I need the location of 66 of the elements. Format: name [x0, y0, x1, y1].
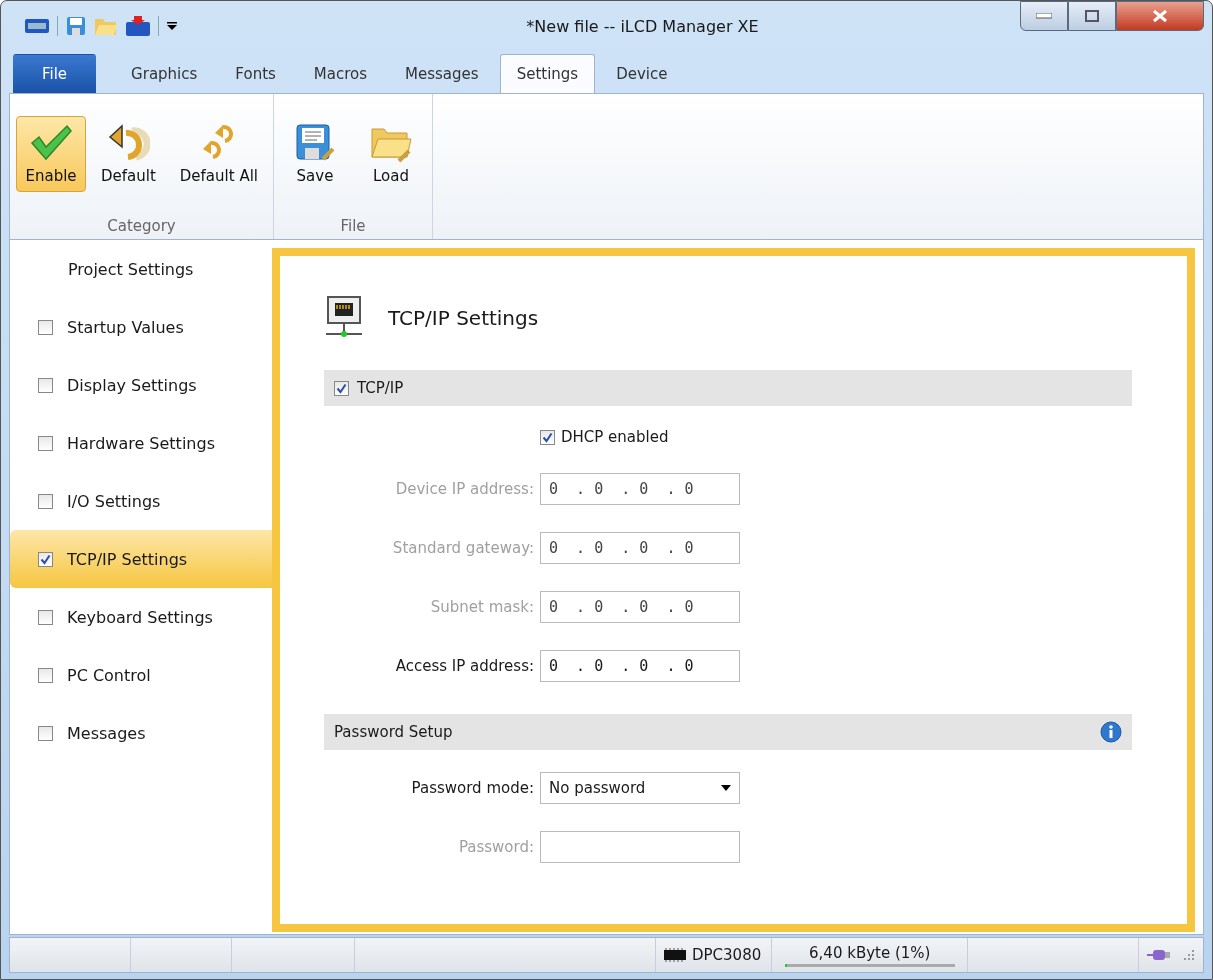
- close-icon: [1152, 9, 1168, 23]
- field-label: Standard gateway:: [391, 539, 534, 557]
- checkbox[interactable]: [38, 319, 53, 335]
- ribbon-tab[interactable]: Messages: [388, 54, 496, 93]
- file-menu-tab[interactable]: File: [13, 54, 97, 93]
- info-icon[interactable]: [1100, 721, 1122, 743]
- window-title: *New file -- iLCD Manager XE: [525, 16, 760, 36]
- chip-icon: [664, 948, 686, 962]
- resize-grip-icon[interactable]: [1183, 949, 1195, 961]
- field-label: Password mode:: [410, 779, 534, 797]
- password-field[interactable]: [540, 831, 740, 863]
- field-label: Subnet mask:: [429, 598, 534, 616]
- ribbon-button[interactable]: Default All: [170, 116, 267, 192]
- group-label: File: [339, 217, 367, 237]
- ribbon-button[interactable]: Load: [356, 116, 426, 192]
- ribbon-button[interactable]: Enable: [16, 116, 86, 192]
- caret-icon: [721, 785, 731, 791]
- sidebar-item[interactable]: Display Settings: [10, 356, 272, 414]
- checkbox[interactable]: [540, 429, 555, 445]
- minimize-button[interactable]: [1020, 1, 1068, 31]
- password-mode-dropdown[interactable]: No password: [540, 772, 740, 804]
- section-label: Password Setup: [334, 723, 453, 741]
- checkbox[interactable]: [334, 380, 349, 396]
- ribbon-tab[interactable]: Graphics: [114, 54, 215, 93]
- page-title: TCP/IP Settings: [388, 306, 539, 330]
- ribbon-tab[interactable]: Settings: [499, 54, 596, 93]
- undo-arrow-icon: [106, 123, 151, 163]
- checkbox[interactable]: [38, 609, 53, 625]
- field-label: Access IP address:: [394, 657, 534, 675]
- checkbox-label: DHCP enabled: [561, 428, 669, 446]
- memory-usage: 6,40 kByte (1%): [809, 943, 931, 962]
- checkbox[interactable]: [38, 435, 53, 451]
- usb-plug-icon: [1147, 949, 1171, 961]
- ribbon-tab[interactable]: Fonts: [218, 54, 293, 93]
- ribbon-button[interactable]: Default: [92, 116, 165, 192]
- checkbox[interactable]: [38, 493, 53, 509]
- ribbon-tab[interactable]: Macros: [296, 54, 385, 93]
- sidebar-item[interactable]: I/O Settings: [10, 472, 272, 530]
- field-label: Password:: [457, 838, 534, 856]
- ribbon-button[interactable]: Save: [280, 116, 350, 192]
- dropdown-icon[interactable]: [167, 21, 177, 31]
- field-label: Device IP address:: [394, 480, 534, 498]
- upload-device-icon[interactable]: [126, 16, 150, 36]
- device-label: DPC3080: [692, 946, 762, 964]
- sidebar-item[interactable]: PC Control: [10, 646, 272, 704]
- app-logo-icon[interactable]: [25, 19, 49, 33]
- sidebar-item[interactable]: Hardware Settings: [10, 414, 272, 472]
- section-label: TCP/IP: [357, 379, 404, 397]
- ribbon-tab[interactable]: Device: [599, 54, 685, 93]
- minimize-icon: [1036, 13, 1052, 19]
- checkbox[interactable]: [38, 667, 53, 683]
- checkbox[interactable]: [38, 551, 53, 567]
- ip-address-field[interactable]: 0 . 0 . 0 . 0: [540, 650, 740, 682]
- sidebar-item[interactable]: Startup Values: [10, 298, 272, 356]
- maximize-button[interactable]: [1068, 1, 1116, 31]
- checkbox[interactable]: [38, 725, 53, 741]
- checkbox[interactable]: [38, 377, 53, 393]
- checkmark-icon: [29, 123, 73, 163]
- maximize-icon: [1085, 10, 1099, 22]
- floppy-disk-icon: [293, 123, 337, 163]
- group-label: Category: [106, 217, 177, 237]
- close-button[interactable]: [1116, 1, 1204, 31]
- save-icon[interactable]: [66, 16, 86, 36]
- sidebar-header: Project Settings: [67, 260, 195, 281]
- sidebar-item[interactable]: Keyboard Settings: [10, 588, 272, 646]
- sidebar-item[interactable]: Messages: [10, 704, 272, 762]
